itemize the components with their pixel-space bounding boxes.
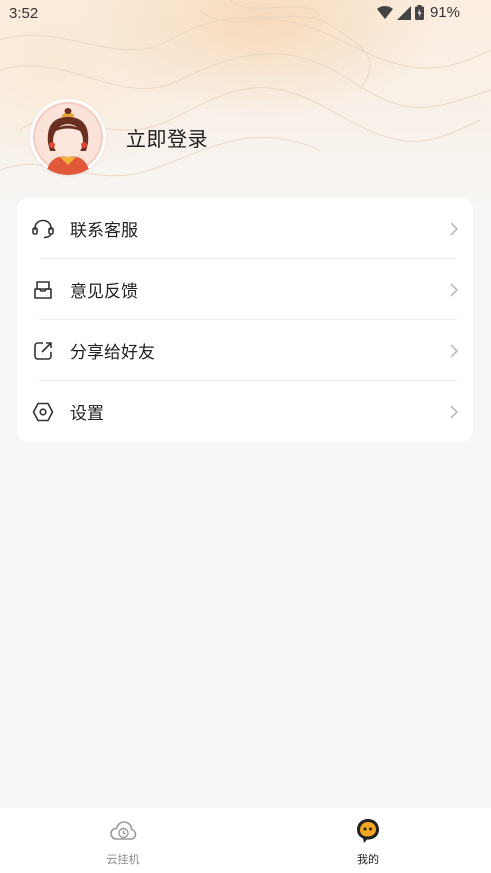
menu-item-share[interactable]: 分享给好友 xyxy=(17,320,473,381)
feedback-icon xyxy=(32,279,54,301)
headset-icon xyxy=(32,218,54,240)
chevron-right-icon xyxy=(450,343,459,358)
share-icon xyxy=(32,340,54,362)
chevron-right-icon xyxy=(450,404,459,419)
menu-item-label: 意见反馈 xyxy=(70,282,138,302)
chevron-right-icon xyxy=(450,221,459,236)
menu-item-feedback[interactable]: 意见反馈 xyxy=(17,259,473,320)
menu-item-contact-support[interactable]: 联系客服 xyxy=(17,198,473,259)
tab-mine[interactable]: 我的 xyxy=(308,808,428,873)
status-icons: 91% xyxy=(376,4,460,21)
wifi-icon xyxy=(376,6,393,19)
cloud-clock-icon xyxy=(110,821,137,840)
tab-label: 云挂机 xyxy=(106,853,140,866)
settings-icon xyxy=(32,401,54,423)
battery-icon xyxy=(414,5,424,20)
login-link[interactable]: 立即登录 xyxy=(126,123,208,152)
signal-icon xyxy=(396,5,411,20)
menu-item-settings[interactable]: 设置 xyxy=(17,381,473,442)
menu-item-label: 设置 xyxy=(70,404,104,424)
menu-item-label: 联系客服 xyxy=(70,221,138,241)
mascot-icon xyxy=(357,819,379,843)
bottom-tab-bar: 云挂机 我的 xyxy=(0,808,491,873)
profile-section[interactable]: 立即登录 xyxy=(30,99,208,175)
avatar[interactable] xyxy=(30,99,106,175)
menu-card: 联系客服 意见反馈 分享给好友 设置 xyxy=(17,198,473,442)
avatar-girl-icon xyxy=(33,102,103,175)
tab-cloud-hosting[interactable]: 云挂机 xyxy=(63,808,183,873)
menu-item-label: 分享给好友 xyxy=(70,343,155,363)
battery-percent: 91% xyxy=(429,4,460,21)
status-time: 3:52 xyxy=(9,5,39,22)
status-bar: 3:52 91% xyxy=(0,0,491,28)
chevron-right-icon xyxy=(450,282,459,297)
tab-label: 我的 xyxy=(357,853,379,866)
